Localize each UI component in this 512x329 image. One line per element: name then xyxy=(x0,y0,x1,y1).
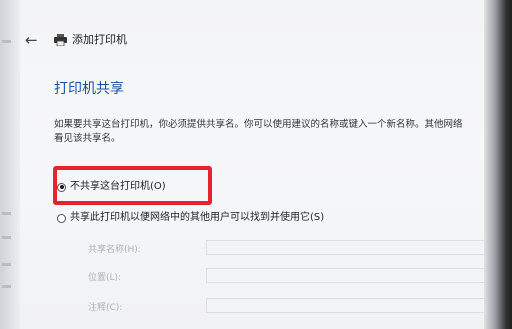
add-printer-dialog: ← 添加打印机 打印机共享 如果要共享这台打印机，你必须提供共享名。你可以使用建… xyxy=(20,0,506,329)
highlight-box xyxy=(53,166,212,205)
screen-bezel xyxy=(484,0,512,329)
desktop-mark xyxy=(2,263,11,266)
description-line: 看见该共享名。 xyxy=(54,132,121,144)
location-label: 位置(L): xyxy=(88,273,122,283)
radio-share[interactable] xyxy=(57,213,66,223)
desktop-mark xyxy=(2,212,11,215)
back-arrow-icon[interactable]: ← xyxy=(25,31,38,49)
description-line: 如果要共享这台打印机，你必须提供共享名。你可以使用建议的名称或键入一个新名称。其… xyxy=(54,119,463,130)
desktop-mark xyxy=(2,236,11,239)
desktop-mark xyxy=(2,40,11,43)
share-name-label: 共享名称(H): xyxy=(88,245,141,255)
desktop-edge xyxy=(0,0,21,329)
comment-input[interactable] xyxy=(206,298,506,313)
location-input[interactable] xyxy=(206,268,506,283)
comment-label: 注释(C): xyxy=(88,303,123,313)
description-text: 如果要共享这台打印机，你必须提供共享名。你可以使用建议的名称或键入一个新名称。其… xyxy=(54,118,494,145)
dialog-title: 添加打印机 xyxy=(72,33,127,46)
section-title: 打印机共享 xyxy=(54,81,124,97)
dialog-header: ← 添加打印机 xyxy=(20,30,486,52)
printer-icon xyxy=(54,34,67,46)
option-share[interactable]: 共享此打印机以便网络中的其他用户可以找到并使用它(S) xyxy=(57,211,324,225)
option-label: 共享此打印机以便网络中的其他用户可以找到并使用它(S) xyxy=(70,212,325,223)
desktop-mark xyxy=(2,285,11,288)
share-name-input[interactable] xyxy=(206,240,506,255)
